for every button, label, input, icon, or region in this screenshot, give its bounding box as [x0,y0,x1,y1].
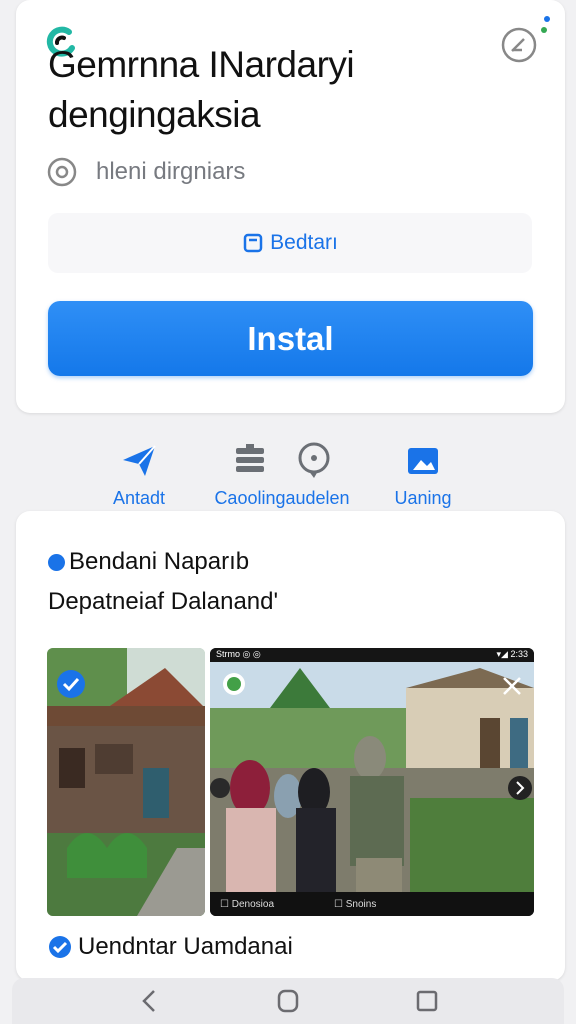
developer-icon [47,157,77,187]
chat-bubble-icon [298,442,330,478]
footer-title-text: Uendntar Uamdanai [78,933,293,960]
assistant-dots-icon [541,16,550,33]
bottom-right: Snoins [334,899,377,910]
section-title-text: Bendani Naparıb [69,548,250,575]
home-icon[interactable] [275,988,301,1014]
screenshot-people[interactable]: Strmo ◎ ◎ ▾◢ 2:33 Denosioa Snoins [210,648,534,916]
screenshot-house[interactable] [47,648,205,916]
wishlist-button[interactable]: Bedtarı [48,213,532,273]
status-right: ▾◢ 2:33 [496,649,528,659]
bottom-left: Denosioa [220,899,274,910]
back-icon[interactable] [137,988,163,1014]
screenshot-people-image [210,662,534,892]
list-icon [236,444,264,472]
footer-title: Uendntar Uamdanai [48,933,293,961]
bookmark-icon [243,233,263,253]
screenshot-status-bar: Strmo ◎ ◎ ▾◢ 2:33 [210,648,534,662]
close-icon[interactable] [500,26,538,64]
screenshot-bottom-bar: Denosioa Snoins [210,892,534,916]
status-left: Strmo ◎ ◎ [216,649,261,659]
info-dot-icon [48,553,65,571]
developer-row[interactable]: hleni dirgniars [46,156,245,188]
recents-icon[interactable] [414,988,440,1014]
wishlist-label: Bedtarı [270,231,338,254]
action-gallery-label: Uaning [394,488,452,508]
action-collection-label: Caoolingaudelen [214,488,350,508]
action-share-label: Antadt [112,488,166,508]
section-title: Bendani Naparıb [48,548,249,576]
image-icon [408,448,438,474]
system-nav-bar [12,978,564,1024]
section-subtitle: Depatneiaf Dalanand' [48,588,279,615]
verified-icon [49,936,71,958]
developer-name: hleni dirgniars [96,158,246,185]
install-label: Instal [247,319,334,357]
action-gallery[interactable]: Uaning [333,440,513,510]
install-button[interactable]: Instal [48,301,533,376]
app-title: Gemrnna INardaryi dengingaksia [48,44,355,135]
send-icon [123,445,156,476]
